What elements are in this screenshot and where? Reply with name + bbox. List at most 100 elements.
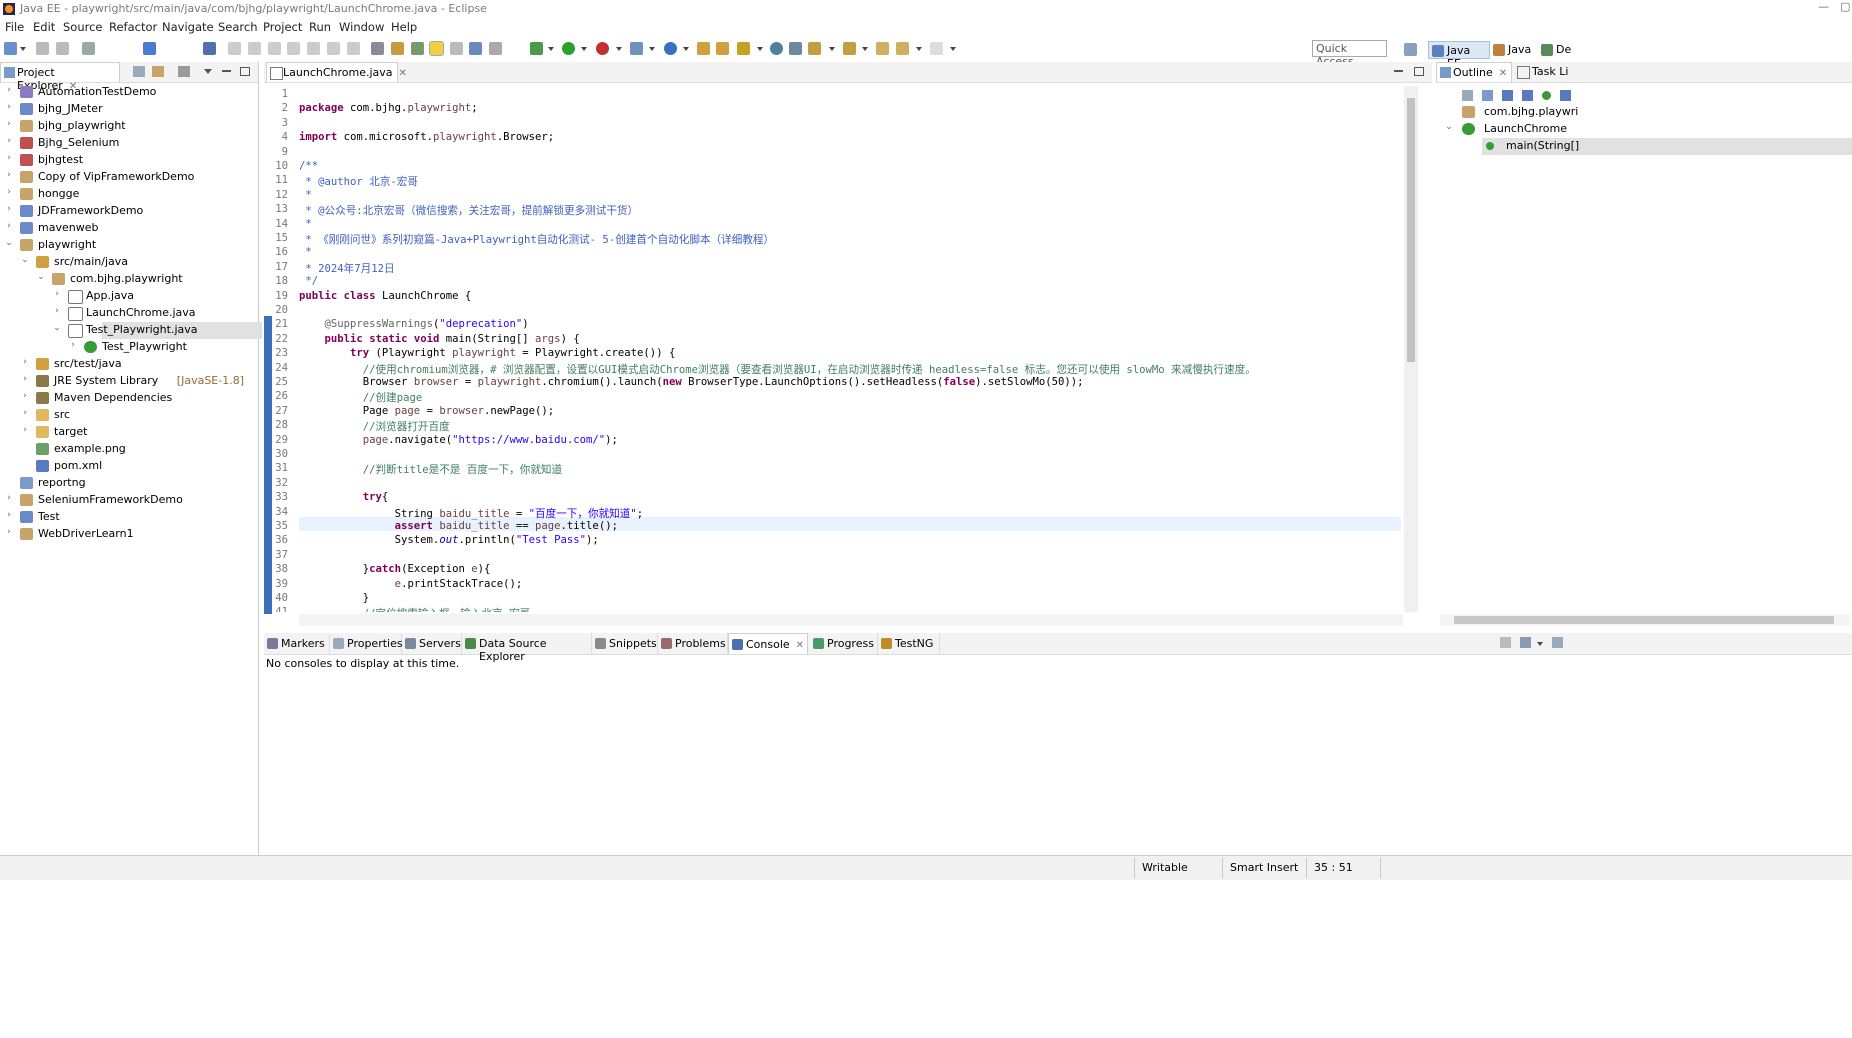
- code-line[interactable]: }: [299, 592, 369, 604]
- code-line[interactable]: */: [299, 275, 318, 287]
- menu-navigate[interactable]: Navigate: [162, 20, 214, 34]
- chevron-down-icon[interactable]: [616, 47, 622, 51]
- outline-item-method[interactable]: main(String[]: [1482, 138, 1852, 155]
- tree-item[interactable]: › Test: [0, 509, 258, 526]
- chevron-right-icon[interactable]: ›: [4, 153, 14, 163]
- code-line[interactable]: //判断title是不是 百度一下，你就知道: [299, 462, 562, 477]
- pin-console-icon[interactable]: [1500, 637, 1511, 648]
- code-line[interactable]: * @author 北京-宏哥: [299, 174, 418, 189]
- web-browser-icon[interactable]: [789, 42, 802, 55]
- code-line[interactable]: import com.microsoft.playwright.Browser;: [299, 131, 554, 143]
- chevron-right-icon[interactable]: ›: [52, 289, 62, 299]
- menu-run[interactable]: Run: [309, 20, 331, 34]
- tab-servers[interactable]: Servers: [402, 633, 462, 654]
- quick-access-input[interactable]: Quick Access: [1312, 40, 1387, 68]
- chevron-right-icon[interactable]: ›: [20, 408, 30, 418]
- code-line[interactable]: * 2024年7月12日: [299, 261, 394, 276]
- chevron-right-icon[interactable]: ›: [20, 374, 30, 384]
- code-line[interactable]: public static void main(String[] args) {: [299, 333, 580, 345]
- paragraph-icon[interactable]: [489, 42, 502, 55]
- run-icon[interactable]: [562, 42, 575, 55]
- tab-problems[interactable]: Problems: [658, 633, 728, 654]
- tree-item[interactable]: › SeleniumFrameworkDemo: [0, 492, 258, 509]
- menu-project[interactable]: Project: [263, 20, 302, 34]
- forward-icon[interactable]: [930, 42, 943, 55]
- view-menu-icon[interactable]: [204, 69, 212, 74]
- code-line[interactable]: assert baidu_title == page.title();: [299, 520, 618, 532]
- scrollbar-thumb[interactable]: [1407, 98, 1415, 362]
- open-console-icon[interactable]: [1552, 637, 1563, 648]
- tree-item[interactable]: ⌄ playwright: [0, 237, 258, 254]
- suspend-icon[interactable]: [248, 42, 261, 55]
- restore-button[interactable]: ▢: [1840, 0, 1850, 13]
- chevron-right-icon[interactable]: ›: [20, 391, 30, 401]
- code-line[interactable]: //浏览器打开百度: [299, 419, 450, 434]
- display-console-icon[interactable]: [1520, 637, 1531, 648]
- tab-task-list[interactable]: Task Li: [1516, 65, 1568, 79]
- new-icon[interactable]: [4, 42, 17, 55]
- chevron-down-icon[interactable]: [581, 47, 587, 51]
- next-annotation-icon[interactable]: [808, 42, 821, 55]
- chevron-right-icon[interactable]: ›: [20, 357, 30, 367]
- chevron-right-icon[interactable]: ›: [20, 425, 30, 435]
- chevron-right-icon[interactable]: ›: [4, 85, 14, 95]
- menu-edit[interactable]: Edit: [33, 20, 55, 34]
- run-coverage-icon[interactable]: [596, 42, 609, 55]
- globe-icon[interactable]: [770, 42, 783, 55]
- code-line[interactable]: String baidu_title = "百度一下，你就知道";: [299, 506, 643, 521]
- previous-annotation-icon[interactable]: [843, 42, 856, 55]
- code-line[interactable]: *: [299, 218, 311, 230]
- tab-project-explorer[interactable]: Project Explorer ✕: [0, 62, 120, 92]
- chevron-down-icon[interactable]: [916, 47, 922, 51]
- chevron-down-icon[interactable]: [548, 47, 554, 51]
- chevron-down-icon[interactable]: [862, 47, 868, 51]
- tree-item[interactable]: › Test_Playwright: [0, 339, 258, 356]
- open-perspective-icon[interactable]: [1404, 43, 1417, 56]
- code-line[interactable]: //使用chromium浏览器，# 浏览器配置，设置以GUI模式启动Chrome…: [299, 362, 1256, 377]
- code-line[interactable]: * @公众号:北京宏哥（微信搜索，关注宏哥，提前解锁更多测试干货）: [299, 203, 638, 218]
- editor-vertical-scrollbar[interactable]: [1404, 86, 1418, 612]
- minimize-icon[interactable]: [222, 70, 231, 72]
- open-resource-icon[interactable]: [716, 42, 729, 55]
- debug-icon[interactable]: [530, 42, 543, 55]
- external-tools-icon[interactable]: [630, 42, 643, 55]
- tree-item[interactable]: › bjhg_playwright: [0, 118, 258, 135]
- chevron-right-icon[interactable]: ›: [68, 340, 78, 350]
- code-area[interactable]: 1 2 package com.bjhg.playwright; 3 4 import c…: [264, 88, 1404, 612]
- chevron-right-icon[interactable]: ›: [4, 170, 14, 180]
- code-line[interactable]: Page page = browser.newPage();: [299, 405, 554, 417]
- show-whitespace-icon[interactable]: [469, 42, 482, 55]
- hide-local-types-icon[interactable]: [1560, 90, 1571, 101]
- status-insert-mode[interactable]: Smart Insert: [1230, 861, 1298, 874]
- chevron-down-icon[interactable]: ⌄: [20, 255, 30, 265]
- menu-source[interactable]: Source: [63, 20, 103, 34]
- last-edit-location-icon[interactable]: [876, 42, 889, 55]
- tab-markers[interactable]: Markers: [264, 633, 330, 654]
- step-over-icon[interactable]: [327, 42, 340, 55]
- scrollbar-thumb[interactable]: [1454, 616, 1834, 624]
- hide-nonpublic-icon[interactable]: [1542, 91, 1551, 100]
- collapse-all-icon[interactable]: [1462, 90, 1473, 101]
- tab-testng[interactable]: TestNG: [878, 633, 940, 654]
- code-line[interactable]: /**: [299, 160, 318, 172]
- pin-icon[interactable]: [450, 42, 463, 55]
- outline-item-package[interactable]: com.bjhg.playwri: [1462, 104, 1852, 121]
- chevron-down-icon[interactable]: [649, 47, 655, 51]
- block-selection-icon[interactable]: [411, 42, 424, 55]
- menu-window[interactable]: Window: [339, 20, 384, 34]
- code-line[interactable]: @SuppressWarnings("deprecation"): [299, 318, 529, 330]
- outline-item-class[interactable]: ⌄ LaunchChrome: [1444, 121, 1852, 138]
- tree-item[interactable]: › Bjhg_Selenium: [0, 135, 258, 152]
- tree-item[interactable]: › hongge: [0, 186, 258, 203]
- chevron-right-icon[interactable]: ›: [4, 510, 14, 520]
- menu-file[interactable]: File: [5, 20, 24, 34]
- step-into-icon[interactable]: [307, 42, 320, 55]
- menu-help[interactable]: Help: [391, 20, 417, 34]
- code-line[interactable]: public class LaunchChrome {: [299, 290, 471, 302]
- menu-refactor[interactable]: Refactor: [109, 20, 157, 34]
- toggle-word-wrap-icon[interactable]: [371, 42, 384, 55]
- maximize-icon[interactable]: [240, 67, 250, 76]
- chevron-down-icon[interactable]: ⌄: [52, 323, 62, 333]
- step-return-icon[interactable]: [347, 42, 360, 55]
- highlight-icon[interactable]: [429, 41, 444, 56]
